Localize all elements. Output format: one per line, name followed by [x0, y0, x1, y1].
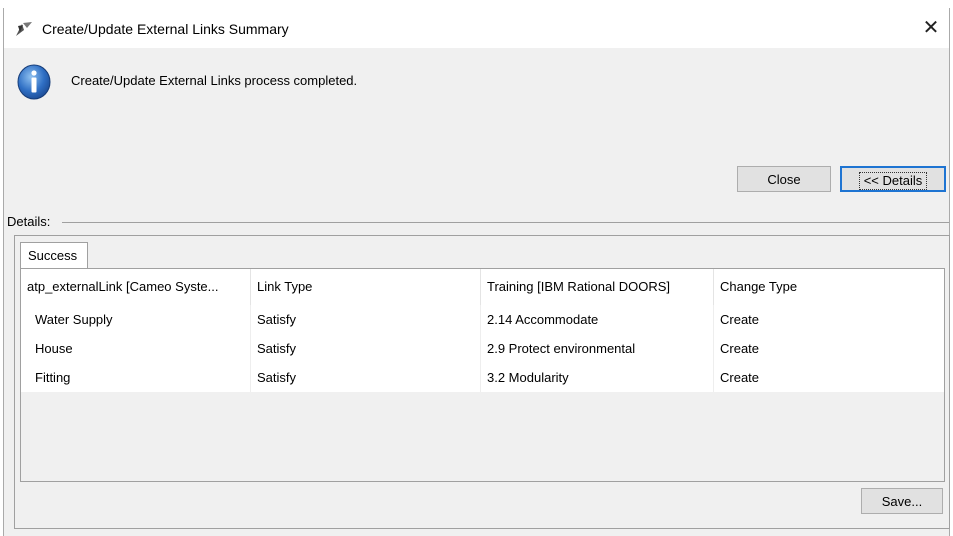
column-header-training[interactable]: Training [IBM Rational DOORS]	[481, 269, 714, 305]
save-button[interactable]: Save...	[861, 488, 943, 514]
window-title: Create/Update External Links Summary	[42, 21, 289, 37]
table-header: atp_externalLink [Cameo Syste... Link Ty…	[21, 269, 944, 306]
cell-change-type: Create	[720, 341, 760, 356]
results-table: atp_externalLink [Cameo Syste... Link Ty…	[20, 268, 945, 482]
table-row[interactable]: House Satisfy 2.9 Protect environmental …	[21, 334, 944, 363]
title-bar: Create/Update External Links Summary ✕	[4, 8, 949, 48]
cell-training: 2.9 Protect environmental	[481, 334, 714, 363]
summary-dialog: Create/Update External Links Summary ✕ C…	[3, 8, 950, 536]
cell-training: 2.14 Accommodate	[481, 305, 714, 334]
details-toggle-button[interactable]: << Details	[840, 166, 946, 192]
cell-link-type: Satisfy	[251, 363, 481, 392]
status-message: Create/Update External Links process com…	[71, 73, 358, 88]
cell-element: Fitting	[21, 363, 251, 392]
details-panel: Success atp_externalLink [Cameo Syste...…	[14, 235, 950, 529]
column-header-change-type[interactable]: Change Type	[714, 269, 946, 305]
column-header-link-type[interactable]: Link Type	[251, 269, 481, 305]
cell-link-type: Satisfy	[251, 334, 481, 363]
cell-element: Water Supply	[21, 305, 251, 334]
info-icon	[17, 64, 51, 100]
cell-change-type: Create	[720, 312, 760, 327]
column-header-external-link[interactable]: atp_externalLink [Cameo Syste...	[21, 269, 251, 305]
close-icon[interactable]: ✕	[919, 16, 943, 40]
close-button[interactable]: Close	[737, 166, 831, 192]
cell-change-type: Create	[720, 370, 760, 385]
details-separator	[62, 222, 949, 223]
cell-link-type: Satisfy	[251, 305, 481, 334]
table-row[interactable]: Water Supply Satisfy 2.14 Accommodate Cr…	[21, 305, 944, 334]
table-row[interactable]: Fitting Satisfy 3.2 Modularity Create	[21, 363, 944, 392]
cameo-app-icon	[15, 21, 33, 37]
cell-element: House	[21, 334, 251, 363]
cell-training: 3.2 Modularity	[481, 363, 714, 392]
tab-success[interactable]: Success	[20, 242, 88, 268]
details-label: Details:	[7, 214, 51, 229]
details-button-label: << Details	[858, 172, 928, 190]
